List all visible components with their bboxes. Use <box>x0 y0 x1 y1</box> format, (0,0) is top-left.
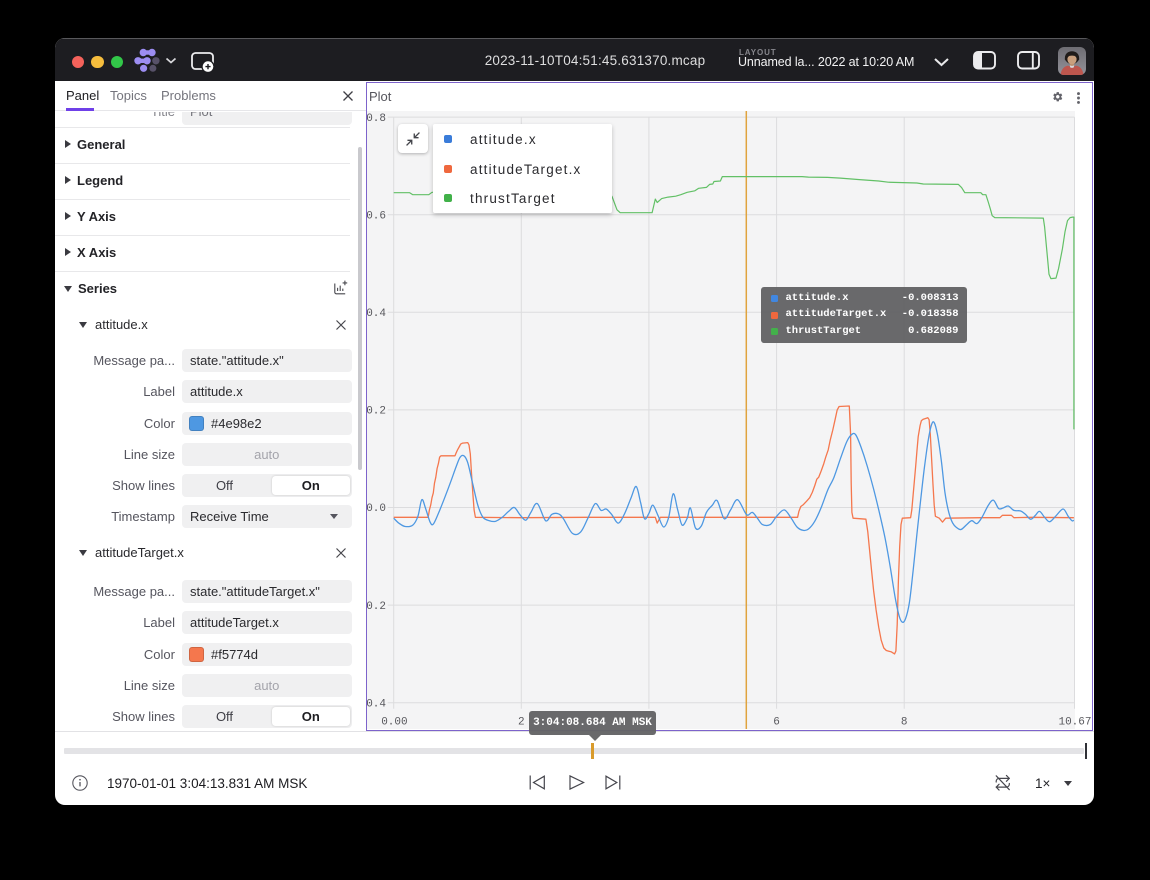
svg-text:0.2: 0.2 <box>367 406 386 418</box>
svg-text:6: 6 <box>773 716 780 728</box>
svg-text:10.67: 10.67 <box>1058 716 1091 728</box>
svg-text:8: 8 <box>900 716 907 728</box>
svg-text:-0.4: -0.4 <box>367 698 386 710</box>
svg-text:2: 2 <box>517 716 524 728</box>
svg-text:0.00: 0.00 <box>381 716 407 728</box>
svg-text:-0.2: -0.2 <box>367 601 386 613</box>
svg-text:0.6: 0.6 <box>367 210 386 222</box>
svg-text:0.4: 0.4 <box>367 308 386 320</box>
svg-text:0.0: 0.0 <box>367 503 386 515</box>
svg-text:0.8: 0.8 <box>367 113 386 125</box>
